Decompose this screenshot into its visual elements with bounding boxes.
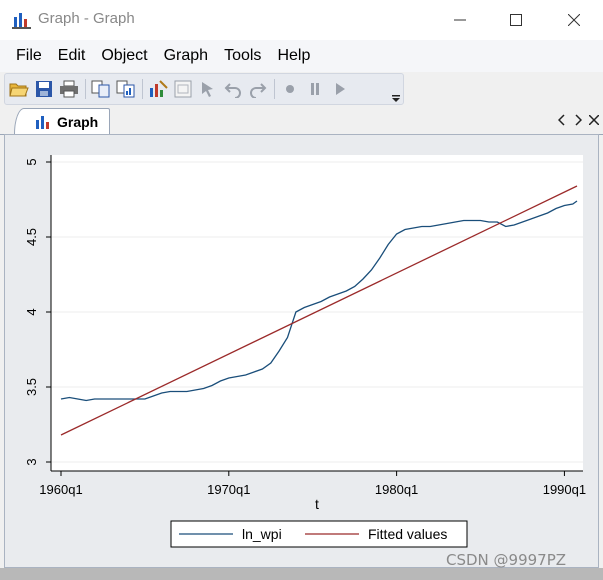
- graph-tab-icon: [36, 115, 49, 129]
- plot-area: [51, 155, 583, 471]
- y-tick-label: 3.5: [24, 378, 39, 396]
- undo-button[interactable]: [222, 78, 244, 100]
- close-icon: [589, 115, 599, 125]
- status-bar: [0, 568, 603, 580]
- maximize-button[interactable]: [493, 0, 539, 40]
- properties-icon: [174, 80, 192, 98]
- copy-icon: [91, 80, 110, 98]
- graph-editor-icon: [150, 80, 168, 97]
- y-tick-label: 4.5: [24, 228, 39, 246]
- maximize-icon: [510, 14, 522, 26]
- properties-button[interactable]: [172, 78, 194, 100]
- legend-fitted-values-label: Fitted values: [368, 526, 447, 542]
- copy-button[interactable]: [90, 78, 112, 100]
- record-icon: [286, 85, 294, 93]
- redo-icon: [250, 83, 267, 98]
- close-icon: [568, 14, 580, 26]
- print-icon: [60, 80, 78, 98]
- toolbar: [4, 73, 404, 105]
- title-bar: Graph - Graph: [0, 0, 603, 40]
- tab-close-button[interactable]: [587, 112, 601, 128]
- x-tick-label: 1970q1: [207, 482, 250, 497]
- play-button[interactable]: [329, 78, 351, 100]
- toolbar-separator: [274, 79, 275, 99]
- print-button[interactable]: [58, 78, 80, 100]
- x-tick-label: 1990q1: [543, 482, 586, 497]
- menu-object[interactable]: Object: [93, 40, 155, 72]
- minimize-icon: [454, 19, 466, 21]
- open-button[interactable]: [8, 78, 30, 100]
- copy-graph-icon: [116, 80, 135, 98]
- window-title: Graph - Graph: [38, 10, 135, 27]
- menu-bar: File Edit Object Graph Tools Help: [0, 40, 603, 72]
- copy-graph-button[interactable]: [115, 78, 137, 100]
- menu-tools[interactable]: Tools: [216, 40, 269, 72]
- menu-graph[interactable]: Graph: [156, 40, 216, 72]
- toolbar-overflow-icon[interactable]: [392, 92, 400, 102]
- pointer-icon: [202, 82, 213, 97]
- watermark-text: CSDN @9997PZ: [446, 551, 567, 569]
- document-tab-strip: Graph: [0, 106, 603, 135]
- y-tick-label: 3: [24, 458, 39, 465]
- close-button[interactable]: [551, 0, 597, 40]
- graph-window: 3 3.5 4 4.5 5 1960q1 1970q1 1980q1 1990q1 t ln_wpi…: [4, 134, 599, 568]
- graph-app-icon: [12, 13, 31, 29]
- save-icon: [36, 81, 52, 97]
- tab-scroll-left-button[interactable]: [555, 112, 569, 128]
- pause-button[interactable]: [304, 78, 326, 100]
- tab-scroll-right-button[interactable]: [571, 112, 585, 128]
- toolbar-separator: [142, 79, 143, 99]
- chart: 3 3.5 4 4.5 5 1960q1 1970q1 1980q1 1990q1 t ln_wpi…: [5, 135, 598, 567]
- chevron-left-icon: [558, 114, 565, 126]
- tab-graph[interactable]: Graph: [14, 108, 110, 134]
- play-icon: [336, 83, 345, 95]
- menu-help[interactable]: Help: [269, 40, 318, 72]
- pointer-button[interactable]: [197, 78, 219, 100]
- tab-label: Graph: [57, 113, 99, 130]
- y-tick-label: 5: [24, 158, 39, 165]
- y-tick-label: 4: [24, 308, 39, 315]
- x-axis-title: t: [315, 496, 319, 512]
- record-button[interactable]: [279, 78, 301, 100]
- toolbar-separator: [85, 79, 86, 99]
- pause-icon: [311, 83, 319, 95]
- legend-ln-wpi-label: ln_wpi: [242, 526, 282, 542]
- undo-icon: [224, 83, 241, 98]
- x-tick-label: 1960q1: [39, 482, 82, 497]
- menu-edit[interactable]: Edit: [50, 40, 94, 72]
- menu-file[interactable]: File: [8, 40, 50, 72]
- save-button[interactable]: [33, 78, 55, 100]
- minimize-button[interactable]: [437, 0, 483, 40]
- x-tick-label: 1980q1: [375, 482, 418, 497]
- redo-button[interactable]: [247, 78, 269, 100]
- graph-editor-button[interactable]: [147, 78, 169, 100]
- chevron-right-icon: [575, 114, 582, 126]
- open-icon: [9, 83, 29, 97]
